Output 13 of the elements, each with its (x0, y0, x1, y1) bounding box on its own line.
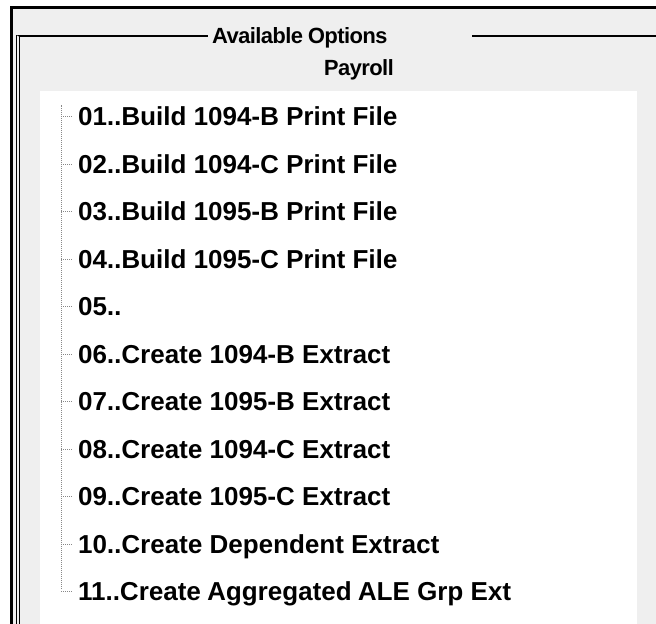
tree-item[interactable]: 02..Build 1094-C Print File (78, 148, 398, 180)
tree-item[interactable]: 05.. (78, 291, 122, 322)
tree-item[interactable]: 07..Create 1095-B Extract (78, 386, 390, 418)
group-title: Available Options (211, 23, 388, 49)
tree-root-label: Payroll (322, 55, 394, 81)
tree-item[interactable]: 04..Build 1095-C Print File (78, 244, 398, 275)
tree-item[interactable]: 09..Create 1095-C Extract (78, 481, 390, 512)
tree-item[interactable]: 11..Create Aggregated ALE Grp Ext (78, 576, 511, 608)
tree-item[interactable]: 01..Build 1094-B Print File (78, 101, 398, 132)
tree-item[interactable]: 06..Create 1094-B Extract (78, 338, 390, 370)
tree-item[interactable]: 03..Build 1095-B Print File (78, 196, 398, 228)
tree-item[interactable]: 10..Create Dependent Extract (78, 528, 440, 560)
tree-item[interactable]: 08..Create 1094-C Extract (78, 434, 390, 465)
